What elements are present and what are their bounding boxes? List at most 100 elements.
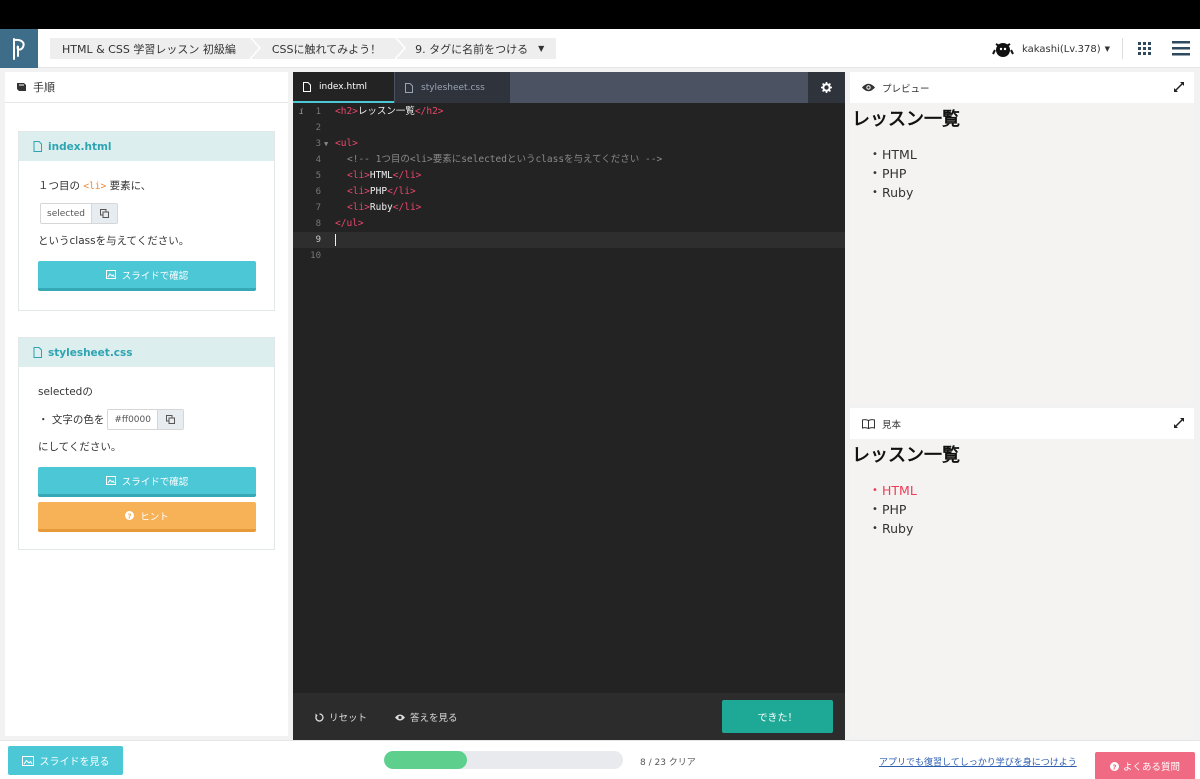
code-line: 8 </ul> <box>293 216 845 232</box>
instructions-panel: 手順 index.html １つ目の <li> 要素に、 selected とい… <box>5 72 288 736</box>
progress-label: 8 / 23 クリア <box>640 758 696 768</box>
code-area[interactable]: i 1 <h2>レッスン一覧</h2> 2 3 ▼ <ul> 4 <!-- 1つ目の<li… <box>293 104 845 264</box>
card-filename: index.html <box>48 140 112 153</box>
reset-button[interactable]: リセット <box>315 710 367 724</box>
task-card-html: index.html １つ目の <li> 要素に、 selected というcl… <box>18 131 275 311</box>
instruction-text: １つ目の <box>38 180 80 192</box>
preview-panel: プレビュー レッスン一覧 HTML PHP Ruby <box>850 72 1194 403</box>
copy-value: selected <box>41 204 91 223</box>
code-line-current: 9 <box>293 232 845 248</box>
tab-index-html[interactable]: index.html <box>293 72 394 103</box>
button-label: よくある質問 <box>1122 762 1180 773</box>
view-slide-button[interactable]: スライドで確認 <box>38 261 256 291</box>
breadcrumb-course[interactable]: HTML & CSS 学習レッスン 初級編 <box>50 38 261 59</box>
breadcrumb: HTML & CSS 学習レッスン 初級編 CSSに触れてみよう！ 9. タグに… <box>50 38 558 59</box>
tab-label: index.html <box>319 81 367 92</box>
button-label: 答えを見る <box>410 713 458 724</box>
preview-list: HTML PHP Ruby <box>850 145 1194 202</box>
sample-panel: 見本 レッスン一覧 HTML PHP Ruby <box>850 408 1194 738</box>
progress-bar <box>384 751 623 769</box>
instruction-line: １つ目の <li> 要素に、 <box>38 178 151 193</box>
line-number: 6 <box>315 187 321 197</box>
list-item: Ruby <box>872 519 1194 538</box>
expand-icon[interactable] <box>1174 82 1184 92</box>
task-card-css: stylesheet.css selectedの ・ 文字の色を #ff0000… <box>18 337 275 550</box>
button-label: スライドを見る <box>39 757 110 768</box>
card-title: index.html <box>19 132 274 161</box>
instruction-text: というclassを与えてください。 <box>38 235 190 247</box>
code-editor: index.html stylesheet.css i 1 <h2>レッスン一覧</… <box>293 72 845 740</box>
hint-button[interactable]: ? ヒント <box>38 502 256 532</box>
progate-logo[interactable] <box>0 29 38 68</box>
apps-grid-icon[interactable] <box>1138 42 1151 55</box>
line-number: 9 <box>315 235 321 245</box>
top-header: HTML & CSS 学習レッスン 初級編 CSSに触れてみよう！ 9. タグに… <box>0 29 1200 68</box>
panel-title: 見本 <box>882 419 902 431</box>
faq-button[interactable]: ? よくある質問 <box>1095 752 1195 779</box>
image-icon <box>105 476 116 485</box>
sample-list: HTML PHP Ruby <box>850 481 1194 538</box>
code-line: i 1 <h2>レッスン一覧</h2> <box>293 104 845 120</box>
file-icon <box>33 141 42 152</box>
expand-icon[interactable] <box>1174 418 1184 428</box>
line-number: 10 <box>310 251 321 261</box>
copy-button[interactable] <box>157 410 183 429</box>
book-icon <box>17 83 26 91</box>
file-tabs: index.html stylesheet.css <box>293 72 845 103</box>
image-icon <box>105 270 116 279</box>
chevron-down-icon: ▼ <box>1104 45 1110 53</box>
hamburger-menu-icon[interactable] <box>1172 40 1190 56</box>
file-icon <box>33 347 42 358</box>
instruction-text: selectedの <box>38 386 93 398</box>
line-number: 1 <box>315 107 321 117</box>
list-item-selected: HTML <box>872 481 1194 500</box>
code-line: 6 <li>PHP</li> <box>293 184 845 200</box>
svg-text:?: ? <box>1112 763 1116 771</box>
open-book-icon <box>862 418 875 429</box>
fold-arrow-icon[interactable]: ▼ <box>324 136 328 152</box>
copy-field: selected <box>40 203 118 224</box>
code-comment: <!-- 1つ目の<li>要素にselectedというclassを与えてください… <box>347 154 663 165</box>
line-number: 5 <box>315 171 321 181</box>
ninja-avatar-icon <box>992 43 1014 57</box>
panel-title: プレビュー <box>882 83 930 95</box>
instruction-line: ・ 文字の色を #ff0000 <box>38 409 184 430</box>
username: kakashi(Lv.378) <box>1022 43 1101 55</box>
line-number: 2 <box>315 123 321 133</box>
done-button[interactable]: できた！ <box>722 700 833 733</box>
instruction-text: にしてください。 <box>38 441 122 453</box>
code-line: 3 ▼ <ul> <box>293 136 845 152</box>
card-filename: stylesheet.css <box>48 346 133 359</box>
file-icon <box>405 82 413 93</box>
app-promo-link[interactable]: アプリでも復習してしっかり学びを身につけよう <box>879 755 1077 768</box>
show-answer-button[interactable]: 答えを見る <box>395 710 458 724</box>
view-slides-button[interactable]: スライドを見る <box>8 746 123 775</box>
code-text: <h2>レッスン一覧</h2> <box>335 106 444 117</box>
tab-stylesheet-css[interactable]: stylesheet.css <box>395 72 510 103</box>
svg-text:?: ? <box>128 512 132 520</box>
user-menu[interactable]: kakashi(Lv.378) ▼ <box>992 38 1110 60</box>
view-slide-button[interactable]: スライドで確認 <box>38 467 256 497</box>
button-label: できた！ <box>757 713 798 724</box>
code-inline: <li> <box>83 181 107 192</box>
code-text: <li>Ruby</li> <box>347 202 422 213</box>
code-line: 5 <li>HTML</li> <box>293 168 845 184</box>
bottom-bar: スライドを見る 8 / 23 クリア アプリでも復習してしっかり学びを身につけよ… <box>0 740 1200 779</box>
copy-icon <box>166 415 175 424</box>
instructions-title: 手順 <box>33 81 55 94</box>
breadcrumb-chapter[interactable]: CSSに触れてみよう！ <box>251 38 407 59</box>
workspace: 手順 index.html １つ目の <li> 要素に、 selected とい… <box>0 68 1200 740</box>
code-text: <li>HTML</li> <box>347 170 422 181</box>
reset-icon <box>315 712 324 722</box>
divider <box>1122 38 1123 59</box>
code-text: <ul> <box>335 138 358 149</box>
breadcrumb-lesson[interactable]: 9. タグに名前をつける ▼ <box>397 38 557 59</box>
list-item: HTML <box>872 145 1194 164</box>
code-line: 10 <box>293 248 845 264</box>
copy-button[interactable] <box>91 204 117 223</box>
list-item: PHP <box>872 500 1194 519</box>
code-text: <li>PHP</li> <box>347 186 416 197</box>
editor-settings-button[interactable] <box>808 72 845 103</box>
eye-icon <box>395 714 405 720</box>
button-label: リセット <box>329 713 368 724</box>
